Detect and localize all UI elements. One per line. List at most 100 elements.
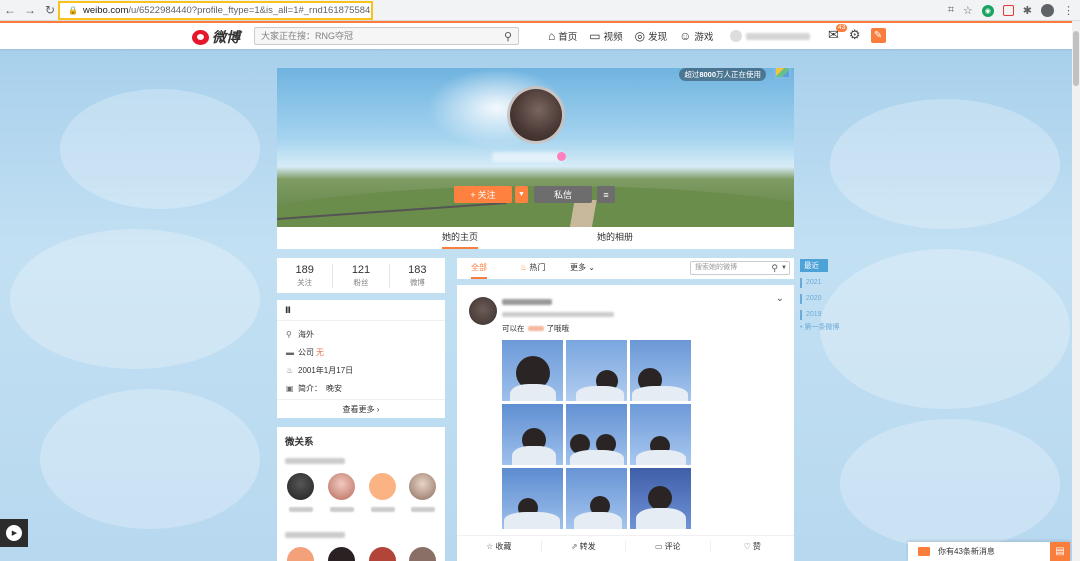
post-avatar[interactable] xyxy=(469,297,497,325)
timeline-recent[interactable]: 最近 xyxy=(800,259,828,272)
follow-dropdown-icon[interactable]: ▼ xyxy=(515,186,528,203)
mail-icon xyxy=(918,547,930,556)
star-icon[interactable]: ☆ xyxy=(963,4,973,17)
tab-home[interactable]: 她的主页 xyxy=(442,227,479,249)
relation-name-blurred xyxy=(411,507,435,512)
feed-search-input[interactable]: 搜索她的微博 ⚲ ▼ xyxy=(690,261,790,275)
post-image[interactable] xyxy=(502,404,563,465)
compose-icon[interactable]: ✎ xyxy=(870,27,886,43)
post-image[interactable] xyxy=(630,468,691,529)
feed-tab-hot-label: 热门 xyxy=(529,263,546,272)
dropdown-icon[interactable]: ▼ xyxy=(781,262,787,274)
relation-avatar[interactable] xyxy=(328,547,355,561)
chat-icon[interactable]: ▤ xyxy=(1050,542,1070,561)
comment-button[interactable]: ▭ 评论 xyxy=(626,540,711,552)
relation-avatar[interactable] xyxy=(369,473,396,500)
kebab-menu-icon[interactable]: ⋮ xyxy=(1063,4,1074,17)
page-scrollbar[interactable] xyxy=(1072,21,1080,561)
nav-discover[interactable]: ◎ 发现 xyxy=(635,29,668,43)
stat-following[interactable]: 189 关注 xyxy=(277,263,334,288)
relation-avatar[interactable] xyxy=(287,547,314,561)
user-name-blurred xyxy=(746,32,810,40)
weibo-logo-icon xyxy=(192,29,209,45)
timeline-first-post[interactable]: • 第一条微博 xyxy=(800,322,840,332)
timeline-year[interactable]: 2019 xyxy=(800,310,840,320)
plus-icon: + xyxy=(470,189,476,200)
play-icon[interactable]: ▶ xyxy=(6,525,22,541)
nav-video[interactable]: ▭ 视频 xyxy=(589,29,622,43)
post-author-blurred[interactable] xyxy=(502,299,552,305)
weibo-logo[interactable]: 微博 xyxy=(192,27,240,47)
like-button[interactable]: ♡ 赞 xyxy=(711,541,795,552)
profile-icon[interactable] xyxy=(1041,4,1054,17)
post-image[interactable] xyxy=(566,404,627,465)
post-text: 可以在 了哦哦 xyxy=(502,323,569,333)
favorite-button[interactable]: ☆ 收藏 xyxy=(457,540,542,552)
compass-icon: ◎ xyxy=(634,29,646,43)
current-user[interactable] xyxy=(730,29,818,43)
thumbs-up-icon: ♡ xyxy=(743,541,751,551)
stat-followers[interactable]: 121 粉丝 xyxy=(333,263,390,288)
relation-avatar[interactable] xyxy=(409,547,436,561)
search-input[interactable]: 大家正在搜：RNG夺冠 ⚲ xyxy=(254,27,519,45)
comment-label: 评论 xyxy=(664,541,681,551)
post-text-prefix: 可以在 xyxy=(502,323,525,333)
gear-icon[interactable]: ⚙ xyxy=(849,27,861,43)
nav-game[interactable]: ☺ 游戏 xyxy=(679,29,713,43)
more-menu-icon[interactable]: ≡ xyxy=(597,186,615,203)
template-icon[interactable] xyxy=(774,68,791,79)
follow-button[interactable]: + 关注 xyxy=(454,186,512,203)
comment-icon: ▭ xyxy=(654,541,663,551)
post-image[interactable] xyxy=(566,340,627,401)
info-header: Ⅱ xyxy=(277,300,445,321)
post-menu-chevron-icon[interactable]: ⌄ xyxy=(776,293,784,304)
post-image[interactable] xyxy=(502,340,563,401)
view-more-link[interactable]: 查看更多 › xyxy=(277,399,445,418)
reload-icon[interactable]: ↻ xyxy=(40,0,60,21)
post-image[interactable] xyxy=(630,340,691,401)
mini-player[interactable]: ▶ xyxy=(0,519,28,547)
forward-icon[interactable]: → xyxy=(20,0,40,21)
timeline-year[interactable]: 2020 xyxy=(800,294,840,304)
nav-discover-label: 发现 xyxy=(648,32,668,43)
relation-avatar[interactable] xyxy=(287,473,314,500)
search-icon[interactable]: ⚲ xyxy=(771,262,778,274)
extension-red-icon[interactable] xyxy=(1002,5,1014,16)
nav-home[interactable]: ⌂ 首页 xyxy=(548,29,577,43)
chevron-down-icon: ⌄ xyxy=(588,263,595,272)
post-image[interactable] xyxy=(502,468,563,529)
post-image-grid xyxy=(502,340,692,529)
search-icon[interactable]: ⚲ xyxy=(504,29,512,45)
search-placeholder: 大家正在搜：RNG夺冠 xyxy=(261,31,353,41)
post-text-suffix: 了哦哦 xyxy=(546,323,570,333)
extension-icon[interactable]: ◉ xyxy=(981,4,994,17)
mail-icon[interactable]: ✉ 43 xyxy=(828,24,848,43)
relation-avatar[interactable] xyxy=(328,473,355,500)
fire-icon: ♨ xyxy=(520,263,528,272)
puzzle-icon[interactable]: ✱ xyxy=(1023,4,1032,17)
repost-button[interactable]: ⇗ 转发 xyxy=(542,540,626,552)
profile-avatar[interactable] xyxy=(507,86,565,144)
gamepad-icon: ☺ xyxy=(679,29,692,43)
timeline-year[interactable]: 2021 xyxy=(800,278,840,288)
feed-tab-more[interactable]: 更多 ⌄ xyxy=(570,258,595,279)
address-bar[interactable]: 🔒 weibo.com/u/6522984440?profile_ftype=1… xyxy=(58,1,373,20)
qr-icon[interactable]: ⌗ xyxy=(948,4,954,17)
tab-album[interactable]: 她的相册 xyxy=(597,227,633,249)
feed-tab-hot[interactable]: ♨ 热门 xyxy=(520,258,545,279)
relation-avatar[interactable] xyxy=(369,547,396,561)
female-icon xyxy=(557,152,566,161)
follow-label: 关注 xyxy=(477,190,496,200)
new-messages-bar[interactable]: 你有43条新消息 ▤ xyxy=(908,542,1070,561)
info-bio-label: 简介： xyxy=(298,383,322,393)
back-icon[interactable]: ← xyxy=(0,0,20,21)
feed-tab-all[interactable]: 全部 xyxy=(471,258,487,279)
relation-avatar[interactable] xyxy=(409,473,436,500)
users-badge-number: 8000 xyxy=(699,70,716,79)
stat-following-label: 关注 xyxy=(297,277,313,287)
scrollbar-thumb[interactable] xyxy=(1073,31,1079,86)
post-image[interactable] xyxy=(630,404,691,465)
post-image[interactable] xyxy=(566,468,627,529)
stat-posts[interactable]: 183 微博 xyxy=(390,264,445,288)
message-button[interactable]: 私信 xyxy=(534,186,592,203)
